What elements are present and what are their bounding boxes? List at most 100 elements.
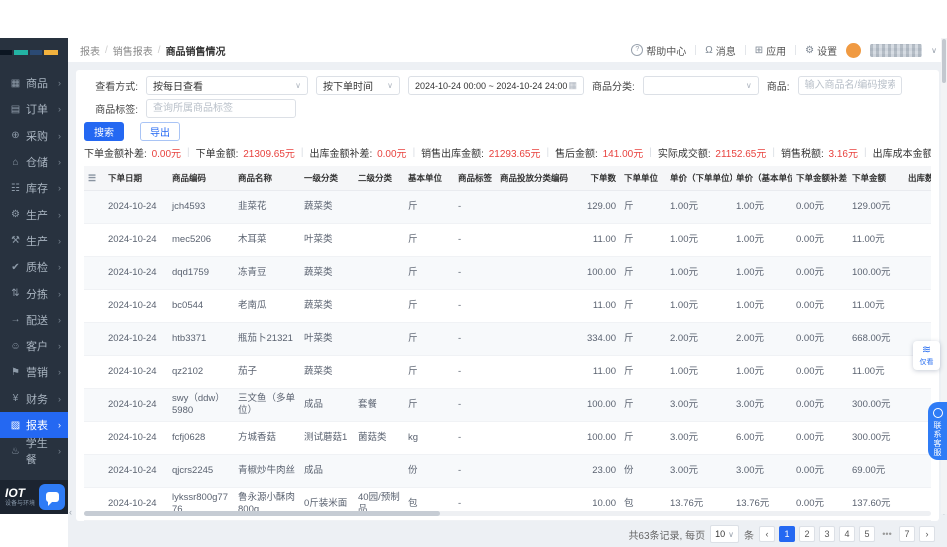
table-cell: 斤 [404, 323, 454, 356]
table-row[interactable]: 2024-10-24jch4593韭菜花蔬菜类斤-129.00斤1.00元1.0… [84, 191, 931, 224]
prev-page-button[interactable]: ‹ [759, 526, 775, 542]
column-header[interactable]: 商品投放分类编码 [496, 166, 576, 191]
scroll-left-arrow[interactable]: ‹ [69, 507, 72, 517]
table-row[interactable]: 2024-10-24swy（ddw）5980三文鱼（多单位）成品套餐斤-100.… [84, 389, 931, 422]
column-header[interactable]: 基本单位 [404, 166, 454, 191]
column-header[interactable]: 单价（基本单位） [732, 166, 792, 191]
sidebar-item-label: 采购 [26, 128, 48, 144]
float-mini-widget[interactable]: ≋ 仅看 [913, 341, 940, 370]
page-size-select[interactable]: 10 ∨ [710, 525, 739, 543]
iot-panel[interactable]: IOT 设备与环境 [0, 480, 68, 514]
sidebar-item-6[interactable]: ⚙生产› [0, 201, 68, 227]
sidebar-item-5[interactable]: ☷库存› [0, 175, 68, 201]
page-button-4[interactable]: 4 [839, 526, 855, 542]
time-type-select[interactable]: 按下单时间 ∨ [316, 76, 400, 95]
goods-icon: ▦ [9, 78, 22, 89]
table-cell: - [454, 356, 496, 389]
column-header[interactable]: 商品名称 [234, 166, 300, 191]
column-header[interactable]: 商品编码 [168, 166, 234, 191]
table-cell [84, 224, 104, 257]
column-header[interactable]: 一级分类 [300, 166, 354, 191]
table-cell: 0.00元 [792, 290, 848, 323]
chevron-right-icon: › [58, 210, 61, 220]
page-button-7[interactable]: 7 [899, 526, 915, 542]
column-header[interactable]: 下单单位 [620, 166, 666, 191]
column-header[interactable]: 下单金额补差ⓘ [792, 166, 848, 191]
content-column: 报表 / 销售报表 / 商品销售情况 ? 帮助中心 Ω 消息 [68, 38, 947, 514]
sidebar-item-15[interactable]: ♨学生餐› [0, 438, 68, 464]
column-header[interactable]: 下单日期 [104, 166, 168, 191]
gear-icon: ⚙ [805, 45, 814, 56]
iot-chat-button[interactable] [39, 484, 65, 510]
scrollbar-thumb[interactable] [942, 39, 946, 83]
view-mode-select[interactable]: 按每日查看 ∨ [146, 76, 308, 95]
summary-separator: | [864, 147, 867, 158]
date-range-input[interactable]: 2024-10-24 00:00 ~ 2024-10-24 24:00 ▦ [408, 76, 584, 95]
sidebar-item-4[interactable]: ⌂仓储› [0, 149, 68, 175]
sidebar-item-12[interactable]: ⚑营销› [0, 359, 68, 385]
sidebar-item-7[interactable]: ⚒生产› [0, 228, 68, 254]
column-header[interactable]: 下单金额 [848, 166, 904, 191]
table-row[interactable]: 2024-10-24qz2102茄子蔬菜类斤-11.00斤1.00元1.00元0… [84, 356, 931, 389]
sidebar-item-2[interactable]: ▤订单› [0, 96, 68, 122]
chevron-right-icon: › [58, 446, 61, 456]
sidebar-item-8[interactable]: ✔质检› [0, 254, 68, 280]
column-header[interactable]: 商品标签 [454, 166, 496, 191]
contact-service-button[interactable]: 联系客服 [928, 402, 947, 460]
table-wrap: ☰ 下单日期商品编码商品名称一级分类二级分类基本单位商品标签商品投放分类编码下单数… [84, 166, 931, 521]
next-page-button[interactable]: › [919, 526, 935, 542]
messages-button[interactable]: Ω 消息 [705, 43, 735, 58]
table-row[interactable]: 2024-10-24bc0544老南瓜蔬菜类斤-11.00斤1.00元1.00元… [84, 290, 931, 323]
tag-search-input[interactable] [146, 99, 296, 118]
table-cell [84, 422, 104, 455]
column-header[interactable]: 出库数（基本单位） [904, 166, 931, 191]
goods-search-input[interactable] [798, 76, 902, 95]
avatar[interactable] [846, 43, 861, 58]
sidebar-item-14[interactable]: ▨报表› [0, 412, 68, 438]
page-button-3[interactable]: 3 [819, 526, 835, 542]
table-row[interactable]: 2024-10-24dqd1759冻青豆蔬菜类斤-100.00斤1.00元1.0… [84, 257, 931, 290]
page-button-2[interactable]: 2 [799, 526, 815, 542]
quality-icon: ✔ [9, 262, 22, 273]
scrollbar-thumb[interactable] [84, 511, 440, 516]
export-button[interactable]: 导出 [140, 122, 180, 141]
purchase-icon: ⊕ [9, 130, 22, 141]
goods-label: 商品: [767, 78, 790, 93]
breadcrumb-item-reports[interactable]: 报表 [80, 43, 100, 58]
sidebar-item-3[interactable]: ⊕采购› [0, 123, 68, 149]
category-select[interactable]: ∨ [643, 76, 759, 95]
table-row[interactable]: 2024-10-24qjcrs2245青椒炒牛肉丝成品份-23.00份3.00元… [84, 455, 931, 488]
float-mini-label: 仅看 [914, 357, 939, 367]
sidebar-item-13[interactable]: ¥财务› [0, 386, 68, 412]
table-row[interactable]: 2024-10-24fcfj0628方城香菇测试蘑菇1菌菇类kg-100.00斤… [84, 422, 931, 455]
breadcrumb-separator: / [158, 45, 161, 56]
apps-button[interactable]: ⊞ 应用 [755, 43, 786, 58]
page-button-1[interactable]: 1 [779, 526, 795, 542]
table-row[interactable]: 2024-10-24htb3371瓶茄卜21321叶菜类斤-334.00斤2.0… [84, 323, 931, 356]
view-mode-value: 按每日查看 [153, 78, 203, 93]
table-row[interactable]: 2024-10-24mec5206木耳菜叶菜类斤-11.00斤1.00元1.00… [84, 224, 931, 257]
sidebar-item-label: 仓储 [26, 154, 48, 170]
column-header[interactable]: 二级分类 [354, 166, 404, 191]
chevron-right-icon: › [58, 104, 61, 114]
sidebar-item-1[interactable]: ▦商品› [0, 70, 68, 96]
table-cell: 2024-10-24 [104, 290, 168, 323]
search-button[interactable]: 搜索 [84, 122, 124, 141]
breadcrumb-item-sales-reports[interactable]: 销售报表 [113, 43, 153, 58]
table-cell [354, 323, 404, 356]
column-header[interactable]: 单价（下单单位）ⓘ [666, 166, 732, 191]
column-settings-icon[interactable]: ☰ [88, 173, 96, 183]
chevron-down-icon[interactable]: ∨ [931, 46, 937, 55]
sidebar-item-10[interactable]: →配送› [0, 307, 68, 333]
table-cell: 100.00 [576, 257, 620, 290]
sidebar-item-9[interactable]: ⇅分拣› [0, 280, 68, 306]
table-cell: 1.00元 [732, 257, 792, 290]
table-cell [84, 290, 104, 323]
help-center-button[interactable]: ? 帮助中心 [631, 43, 686, 58]
settings-button[interactable]: ⚙ 设置 [805, 43, 837, 58]
horizontal-scrollbar[interactable] [84, 511, 931, 516]
page-button-5[interactable]: 5 [859, 526, 875, 542]
sidebar-item-11[interactable]: ☺客户› [0, 333, 68, 359]
column-header[interactable]: 下单数 [576, 166, 620, 191]
column-config-header[interactable]: ☰ [84, 166, 104, 191]
